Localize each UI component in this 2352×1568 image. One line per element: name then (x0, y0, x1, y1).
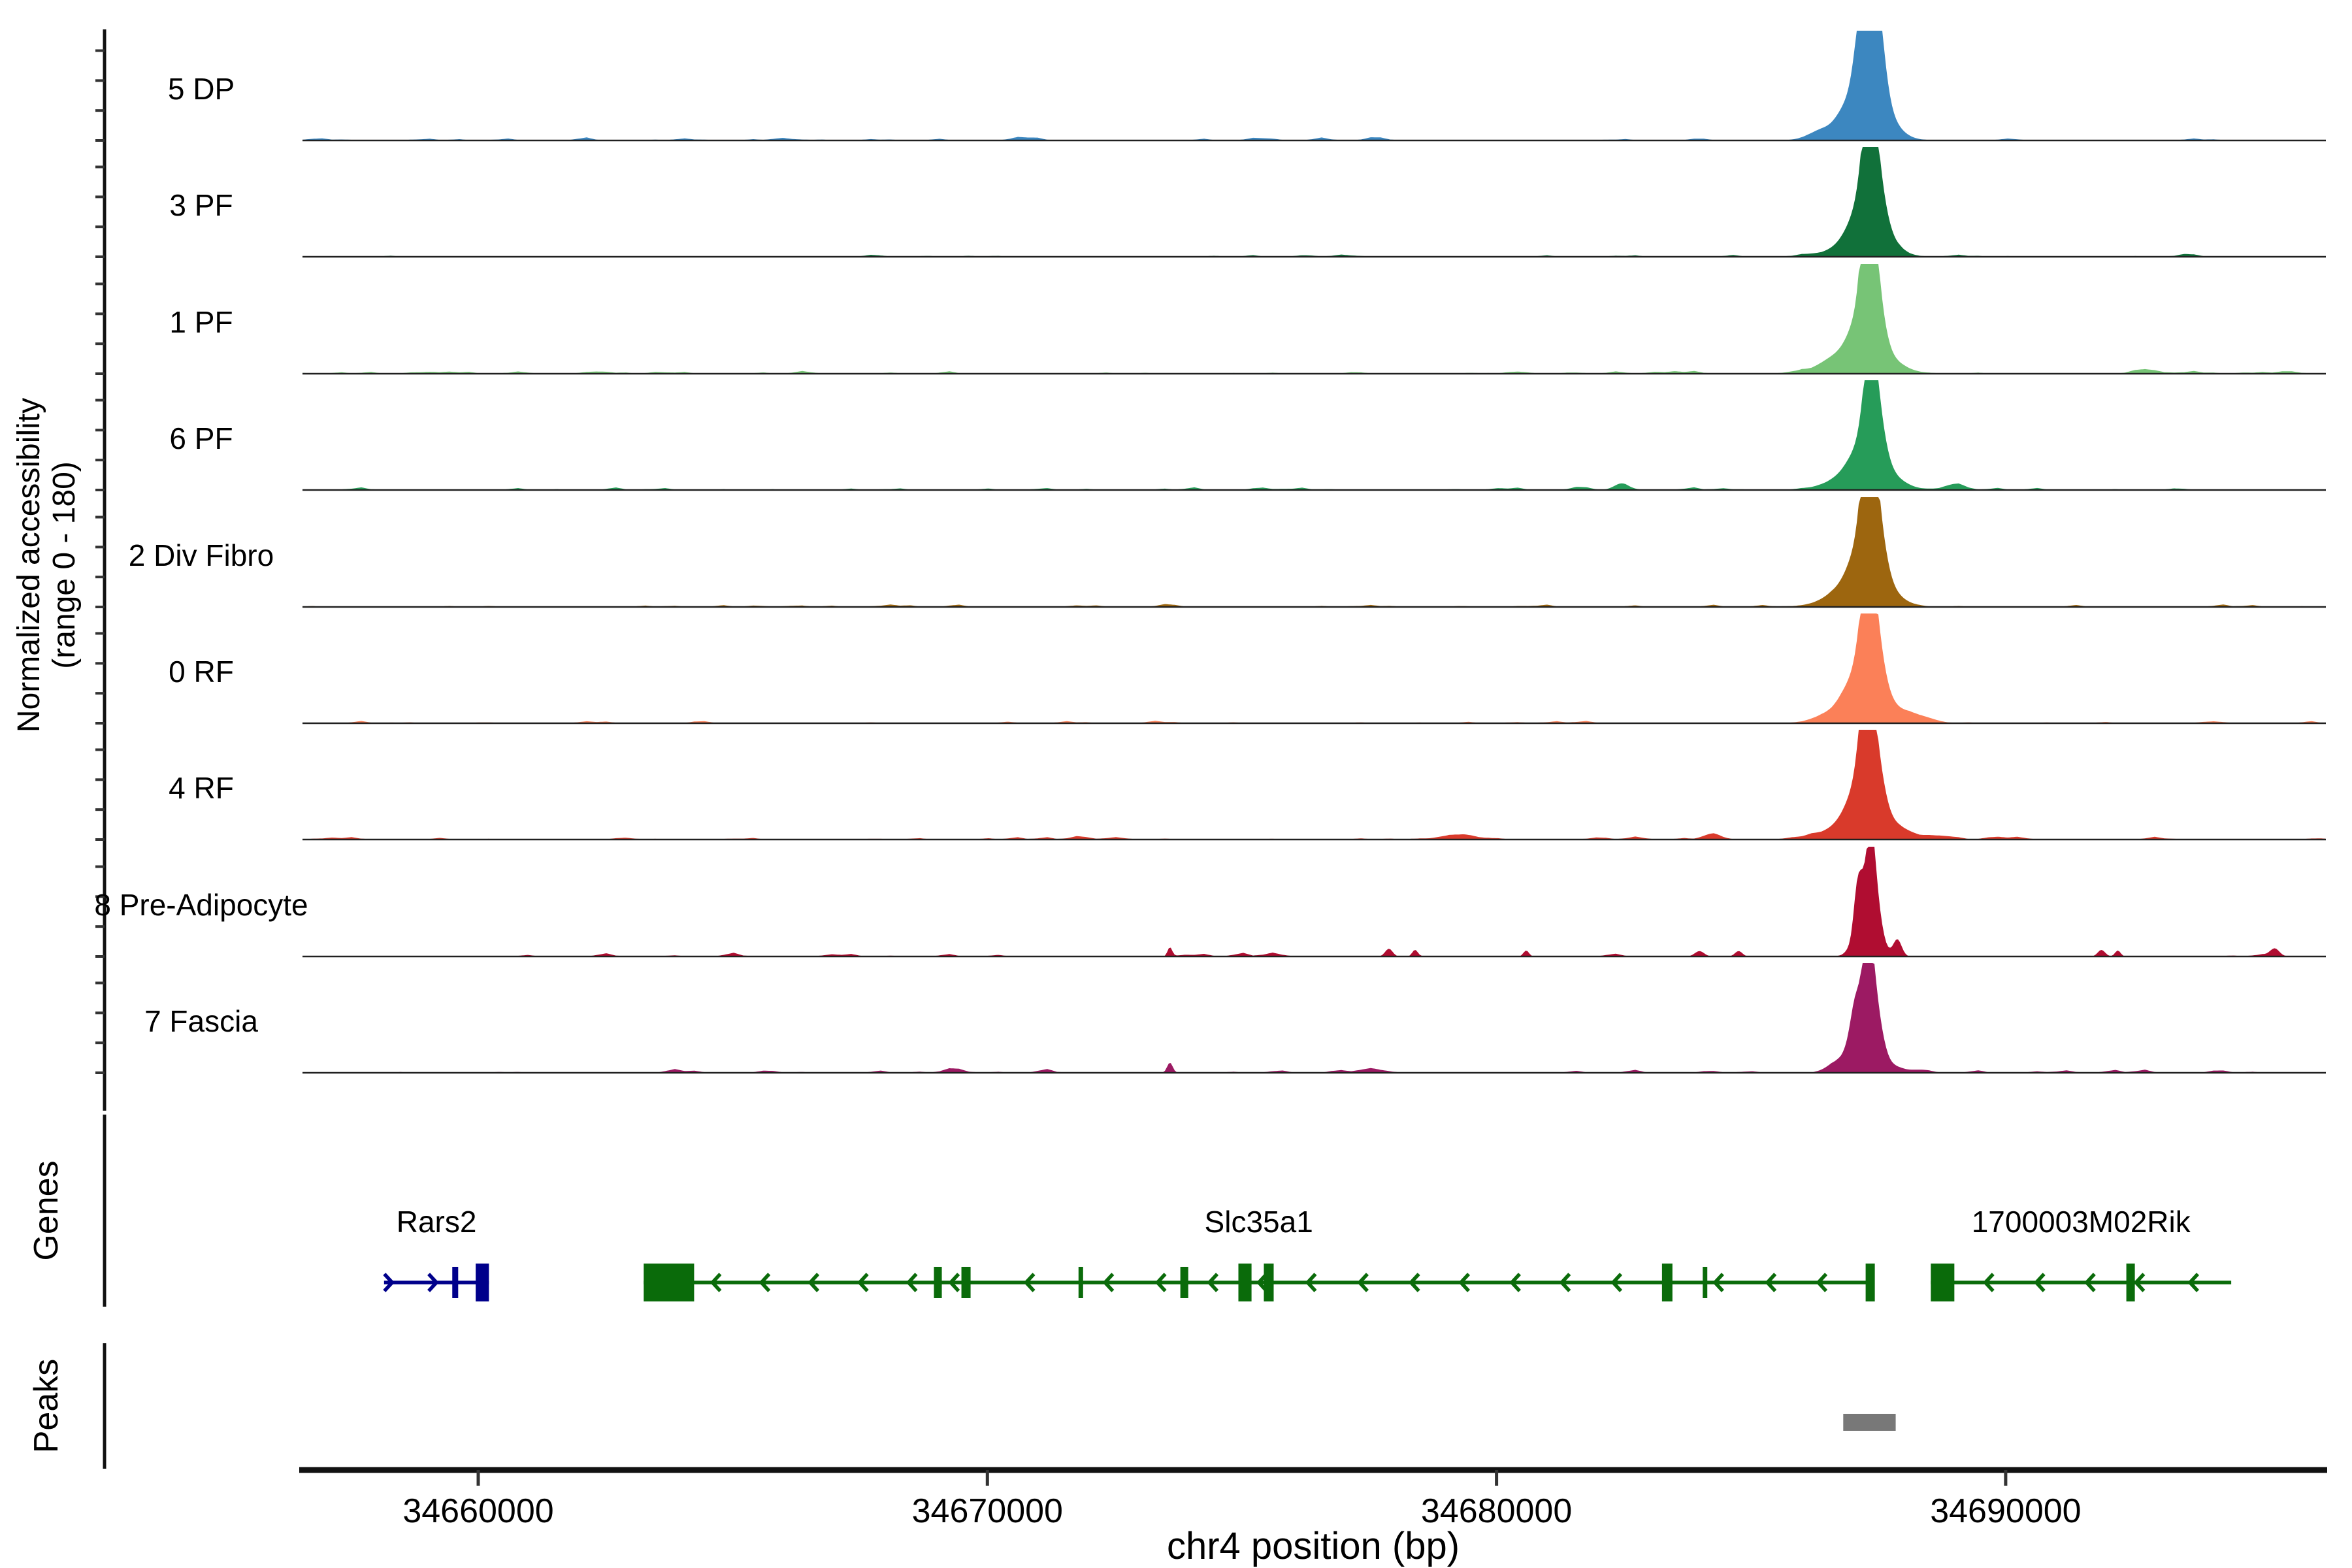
gene-name-label: 1700003M02Rik (1972, 1205, 2191, 1239)
track-label: 0 RF (169, 655, 234, 689)
exon-box (1079, 1267, 1083, 1298)
coverage-track: 3 PF (169, 147, 2326, 257)
coverage-track: 5 DP (168, 31, 2326, 140)
exon-box (1238, 1264, 1251, 1301)
gene-model: Slc35a1 (644, 1205, 1874, 1301)
coverage-signal (302, 147, 2326, 257)
gene-model: Rars2 (384, 1205, 489, 1301)
x-axis-layer: 34660000346700003468000034690000 (299, 1470, 2327, 1530)
coverage-signal (302, 380, 2326, 490)
exon-box (934, 1267, 941, 1298)
coverage-track: 1 PF (169, 264, 2326, 374)
track-label: 4 RF (169, 771, 234, 805)
exon-box (1703, 1267, 1707, 1298)
y-axis-label-line2: (range 0 - 180) (47, 461, 82, 669)
exon-box (1181, 1267, 1188, 1298)
track-label: 2 Div Fibro (129, 538, 274, 572)
exon-box (476, 1264, 489, 1301)
gene-name-label: Rars2 (397, 1205, 477, 1239)
gene-model: 1700003M02Rik (1931, 1205, 2231, 1301)
exon-box (1264, 1264, 1273, 1301)
gene-name-label: Slc35a1 (1205, 1205, 1313, 1239)
coverage-signal (302, 31, 2326, 140)
x-axis-tick-label: 34690000 (1930, 1492, 2081, 1530)
coverage-signal (302, 613, 2326, 723)
track-label: 8 Pre-Adipocyte (94, 888, 308, 922)
y-axis-label-line1: Normalized accessibility (12, 398, 46, 732)
coverage-track: 6 PF (169, 380, 2326, 490)
genes-panel-label: Genes (27, 1160, 65, 1260)
coverage-signal (302, 847, 2326, 956)
exon-box (1866, 1264, 1875, 1301)
coverage-track: 2 Div Fibro (129, 497, 2326, 607)
x-axis-tick-label: 34660000 (402, 1492, 553, 1530)
left-axis-brackets (95, 29, 105, 1469)
x-axis-title: chr4 position (bp) (1167, 1525, 1460, 1567)
coverage-track: 0 RF (169, 613, 2326, 723)
coverage-track: 4 RF (169, 730, 2326, 840)
track-label: 6 PF (169, 421, 233, 455)
coverage-signal (302, 963, 2326, 1073)
coverage-track: 8 Pre-Adipocyte (94, 847, 2326, 956)
track-label: 5 DP (168, 72, 235, 106)
coverage-tracks-layer: 5 DP 3 PF 1 PF 6 PF 2 Div Fibro 0 RF 4 RF 8 Pre… (94, 31, 2326, 1073)
peaks-layer (1843, 1414, 1895, 1431)
exon-box (1662, 1264, 1673, 1301)
track-label: 1 PF (169, 305, 233, 339)
coverage-signal (302, 497, 2326, 607)
track-label: 3 PF (169, 188, 233, 222)
peak-interval-bar (1843, 1414, 1895, 1431)
exon-box (1931, 1264, 1954, 1301)
peaks-panel-label: Peaks (27, 1359, 65, 1454)
track-label: 7 Fascia (144, 1004, 258, 1038)
genes-layer: Rars2 Slc35a1 1700003M02Rik (384, 1205, 2231, 1301)
exon-box (2127, 1264, 2135, 1301)
exon-box (452, 1267, 458, 1298)
coverage-signal (302, 730, 2326, 840)
genome-coverage-figure: Normalized accessibility (range 0 - 180)… (0, 0, 2352, 1568)
exon-box (962, 1267, 971, 1298)
exon-box (644, 1264, 694, 1301)
coverage-track: 7 Fascia (144, 963, 2326, 1073)
coverage-signal (302, 264, 2326, 374)
x-axis-tick-label: 34670000 (912, 1492, 1063, 1530)
